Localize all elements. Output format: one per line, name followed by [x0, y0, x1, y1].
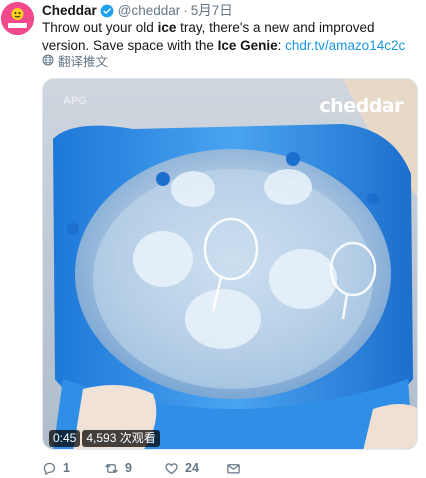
- avatar[interactable]: [1, 2, 34, 35]
- retweet-button[interactable]: 9: [104, 461, 164, 476]
- corner-watermark: APG: [63, 95, 87, 107]
- tweet-actions: 1 9 24: [42, 460, 241, 476]
- translate-label: 翻译推文: [58, 54, 109, 69]
- reply-count: 1: [63, 461, 70, 475]
- brand-watermark: cheddar: [319, 95, 403, 117]
- author-name[interactable]: Cheddar: [42, 2, 97, 20]
- globe-icon: [42, 54, 54, 66]
- envelope-icon: [227, 463, 240, 473]
- video-player[interactable]: APG cheddar 0:45 4,593 次观看: [42, 78, 418, 450]
- tweet-text-bold: ice: [157, 20, 177, 35]
- cheddar-logo-icon: [1, 2, 34, 35]
- reply-icon: [43, 462, 56, 475]
- tweet-text-part: Throw out your old: [42, 20, 158, 35]
- tweet-link[interactable]: chdr.tv/amazo14c2c: [285, 38, 405, 53]
- dm-button[interactable]: [226, 461, 241, 476]
- translate-tweet[interactable]: 翻译推文: [42, 52, 109, 69]
- separator: ·: [183, 3, 188, 18]
- reply-button[interactable]: 1: [42, 461, 104, 476]
- heart-icon: [165, 462, 178, 474]
- tweet-date[interactable]: 5月7日: [191, 2, 233, 20]
- author-handle[interactable]: @cheddar: [118, 2, 181, 20]
- video-info: 0:45 4,593 次观看: [49, 430, 160, 447]
- like-button[interactable]: 24: [164, 461, 226, 476]
- retweet-count: 9: [125, 461, 132, 475]
- tweet-text-bold: Ice Genie: [217, 38, 278, 53]
- retweet-icon: [105, 463, 118, 473]
- video-frame: [43, 79, 417, 449]
- tweet-header: Cheddar @cheddar · 5月7日: [42, 2, 233, 20]
- video-duration: 0:45: [49, 430, 81, 447]
- video-views: 4,593 次观看: [82, 430, 160, 447]
- like-count: 24: [185, 461, 199, 475]
- verified-badge-icon: [100, 4, 114, 18]
